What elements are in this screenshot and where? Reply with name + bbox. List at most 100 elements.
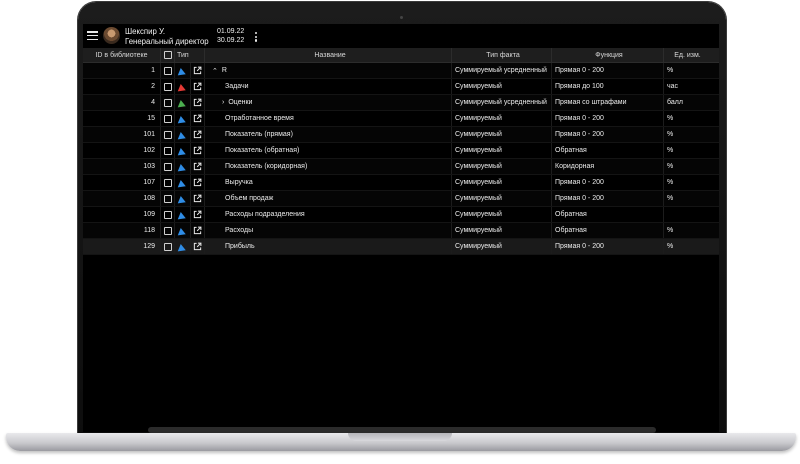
cell-unit: % (667, 179, 674, 186)
cell-id: 129 (83, 239, 161, 254)
cell-unit: % (667, 243, 674, 250)
open-external-icon[interactable] (193, 98, 202, 107)
column-header-id[interactable]: ID в библиотеке (83, 48, 161, 62)
open-external-icon[interactable] (193, 82, 202, 91)
user-info[interactable]: Шекспир У. Генеральный директор (125, 27, 209, 46)
cell-select (161, 159, 175, 174)
cell-id: 4 (83, 95, 161, 110)
indicators-table: ID в библиотеке Тип Название Тип факта Ф… (83, 48, 719, 255)
cell-id: 103 (83, 159, 161, 174)
cell-name: Расходы (205, 223, 452, 238)
cell-fact-type: Суммируемый усредненный (452, 95, 552, 110)
row-checkbox[interactable] (163, 66, 172, 75)
row-checkbox[interactable] (163, 226, 172, 235)
cell-open (191, 207, 205, 222)
table-row[interactable]: 15 Отработанное время Суммируемый Прямая 0 … (83, 111, 719, 127)
table-row[interactable]: 129 Прибыль Суммируемый Прямая 0 - 200% (83, 239, 719, 255)
cell-id: 2 (83, 79, 161, 94)
cell-type (175, 159, 191, 174)
table-row[interactable]: 102 Показатель (обратная) Суммируемый Обрат… (83, 143, 719, 159)
cell-type (175, 111, 191, 126)
table-row[interactable]: 4 › Оценки Суммируемый усредненный Прямая со… (83, 95, 719, 111)
date-range[interactable]: 01.09.22 30.09.22 (217, 28, 244, 45)
cell-function: Прямая 0 - 200 (552, 239, 664, 254)
cell-fact-type: Суммируемый (452, 175, 552, 190)
user-role: Генеральный директор (125, 36, 209, 46)
cell-fact-type: Суммируемый (452, 79, 552, 94)
cell-function: Прямая 0 - 200 (552, 191, 664, 206)
table-row[interactable]: 1 ⌃ R Суммируемый усредненный Прямая 0 - 200… (83, 63, 719, 79)
open-external-icon[interactable] (193, 178, 202, 187)
row-checkbox[interactable] (163, 82, 172, 91)
row-name: Прибыль (225, 243, 255, 250)
column-header-function[interactable]: Функция (552, 48, 664, 62)
table-header: ID в библиотеке Тип Название Тип факта Ф… (83, 48, 719, 63)
cell-type (175, 175, 191, 190)
row-checkbox[interactable] (163, 98, 172, 107)
row-checkbox[interactable] (163, 146, 172, 155)
table-body: 1 ⌃ R Суммируемый усредненный Прямая 0 - 200… (83, 63, 719, 255)
cell-fact-type: Суммируемый (452, 159, 552, 174)
type-indicator-icon (177, 163, 188, 174)
table-row[interactable]: 2 Задачи Суммируемый Прямая до 100 час (83, 79, 719, 95)
type-indicator-icon (177, 83, 188, 94)
row-checkbox[interactable] (163, 130, 172, 139)
cell-type (175, 63, 191, 78)
select-all-checkbox[interactable] (163, 51, 172, 59)
row-name: Показатель (коридорная) (225, 163, 308, 170)
row-checkbox[interactable] (163, 178, 172, 187)
row-checkbox[interactable] (163, 194, 172, 203)
row-name: Задачи (225, 83, 249, 90)
column-header-unit[interactable]: Ед. изм. (664, 48, 708, 62)
open-external-icon[interactable] (193, 210, 202, 219)
table-row[interactable]: 109 Расходы подразделения Суммируемый Обрат… (83, 207, 719, 223)
open-external-icon[interactable] (193, 194, 202, 203)
cell-type (175, 239, 191, 254)
avatar[interactable] (103, 27, 120, 44)
row-name: Расходы подразделения (225, 211, 305, 218)
collapse-icon[interactable]: ⌃ (212, 67, 218, 75)
cell-unit: % (667, 67, 674, 74)
more-vertical-icon[interactable] (255, 32, 258, 42)
table-row[interactable]: 118 Расходы Суммируемый Обратная% (83, 223, 719, 239)
user-name: Шекспир У. (125, 27, 166, 36)
row-name: R (221, 67, 227, 74)
row-checkbox[interactable] (163, 242, 172, 251)
cell-fact-type: Суммируемый (452, 143, 552, 158)
open-external-icon[interactable] (193, 66, 202, 75)
column-header-fact-type[interactable]: Тип факта (452, 48, 552, 62)
cell-fact-type: Суммируемый (452, 223, 552, 238)
open-external-icon[interactable] (193, 114, 202, 123)
type-indicator-icon (177, 179, 188, 190)
type-indicator-icon (177, 227, 188, 238)
hamburger-menu-icon[interactable] (87, 31, 98, 41)
cell-open (191, 127, 205, 142)
table-row[interactable]: 107 Выручка Суммируемый Прямая 0 - 200% (83, 175, 719, 191)
cell-fact-type: Суммируемый (452, 127, 552, 142)
row-checkbox[interactable] (163, 210, 172, 219)
cell-unit: % (667, 131, 674, 138)
cell-type (175, 79, 191, 94)
row-checkbox[interactable] (163, 162, 172, 171)
table-row[interactable]: 101 Показатель (прямая) Суммируемый Прямая … (83, 127, 719, 143)
table-row[interactable]: 108 Объем продаж Суммируемый Прямая 0 - 200… (83, 191, 719, 207)
cell-id: 101 (83, 127, 161, 142)
column-header-name[interactable]: Название (205, 48, 452, 62)
row-checkbox[interactable] (163, 114, 172, 123)
cell-type (175, 95, 191, 110)
table-row[interactable]: 103 Показатель (коридорная) Суммируемый Кор… (83, 159, 719, 175)
open-external-icon[interactable] (193, 146, 202, 155)
cell-select (161, 63, 175, 78)
row-name: Отработанное время (225, 115, 294, 122)
open-external-icon[interactable] (193, 130, 202, 139)
cell-function: Обратная (552, 223, 664, 238)
open-external-icon[interactable] (193, 162, 202, 171)
type-indicator-icon (177, 115, 188, 126)
cell-select (161, 79, 175, 94)
cell-type (175, 191, 191, 206)
open-external-icon[interactable] (193, 226, 202, 235)
open-external-icon[interactable] (193, 242, 202, 251)
cell-select (161, 191, 175, 206)
expand-icon[interactable]: › (222, 99, 224, 106)
column-header-type[interactable]: Тип (175, 48, 205, 62)
